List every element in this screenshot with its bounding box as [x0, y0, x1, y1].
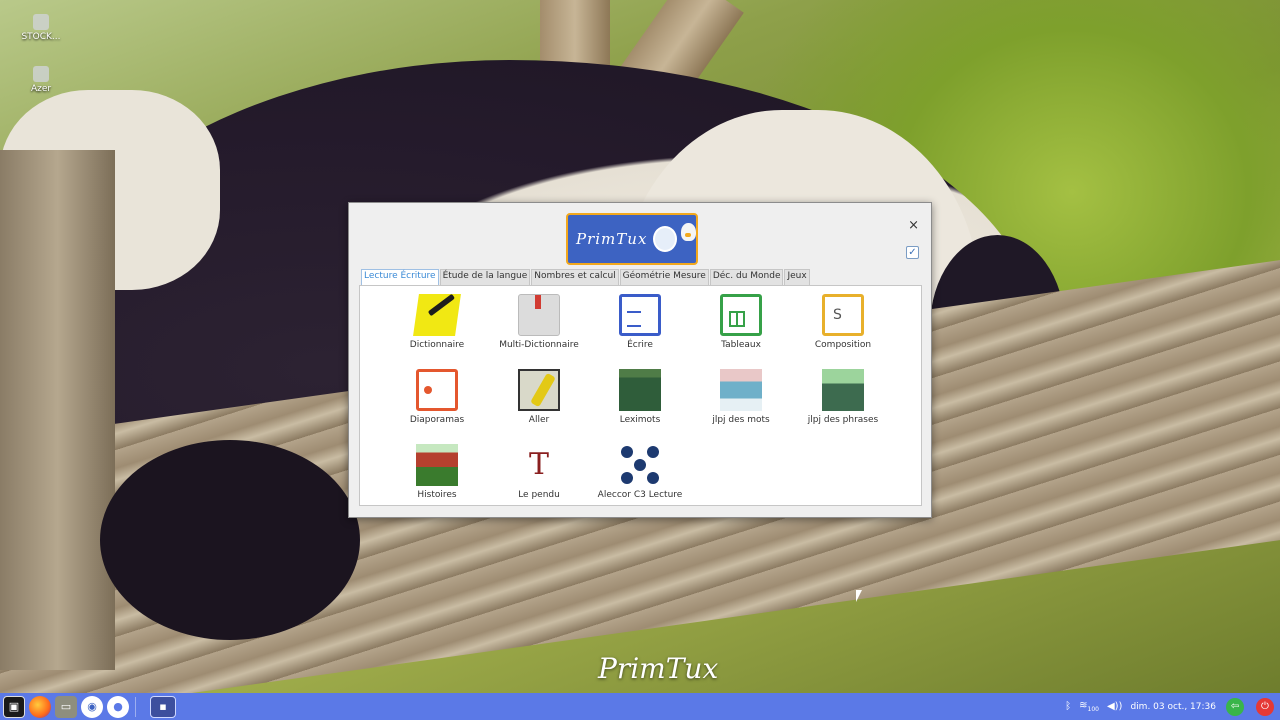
desktop-icon-label: STOCK...: [21, 32, 61, 42]
logout-icon[interactable]: ⇦: [1226, 697, 1244, 716]
spreadsheet-icon: [720, 294, 762, 336]
wallpaper-trunk: [0, 150, 115, 670]
app-label: Aleccor C3 Lecture: [597, 490, 683, 500]
start-menu-button[interactable]: ▣: [3, 695, 25, 718]
close-button[interactable]: ×: [908, 219, 919, 232]
wallpaper-panda-paw: [100, 440, 360, 640]
bluetooth-icon[interactable]: ᛒ: [1065, 701, 1071, 712]
firefox-icon[interactable]: [29, 695, 51, 718]
volume-icon[interactable]: ◀)): [1107, 701, 1123, 712]
taskbar-window-button[interactable]: ▪: [150, 695, 176, 718]
writer-document-icon: [619, 294, 661, 336]
app-label: Multi-Dictionnaire: [499, 340, 579, 350]
app-dictionnaire[interactable]: Dictionnaire: [386, 294, 488, 350]
hangman-icon: T: [528, 447, 549, 482]
app-tableaux[interactable]: Tableaux: [690, 294, 792, 350]
taskbar: ▣ ▭ ◉ ● ▪ ᛒ ≋100 ◀)) dim. 03 oct., 17:36…: [0, 693, 1280, 720]
tab-lecture-ecriture[interactable]: Lecture Écriture: [361, 269, 439, 285]
app-histoires[interactable]: Histoires: [386, 444, 488, 500]
tab-etude-langue[interactable]: Étude de la langue: [439, 269, 531, 285]
network-icon[interactable]: ≋100: [1079, 700, 1099, 713]
tab-dec-monde[interactable]: Déc. du Monde: [709, 269, 784, 285]
clock[interactable]: dim. 03 oct., 17:36: [1130, 702, 1216, 712]
app-aleccor[interactable]: Aleccor C3 Lecture: [589, 444, 691, 500]
category-tabs: Lecture Écriture Étude de la langue Nomb…: [361, 269, 811, 285]
drive-icon: [33, 14, 49, 30]
app-label: jlpj des mots: [712, 415, 770, 425]
apps-panel: Dictionnaire Multi-Dictionnaire Écrire T…: [359, 285, 922, 506]
drive-icon: [33, 66, 49, 82]
penguin-icon: [681, 223, 696, 241]
leximots-icon: [619, 369, 661, 411]
power-icon[interactable]: ⏻: [1256, 697, 1274, 716]
app-le-pendu[interactable]: T Le pendu: [488, 444, 590, 500]
app-aller[interactable]: Aller: [488, 369, 590, 425]
jlpj-words-icon: [720, 369, 762, 411]
dictionary-icon: [413, 294, 461, 336]
presentation-icon: [416, 369, 458, 411]
app-ecrire[interactable]: Écrire: [589, 294, 691, 350]
tab-nombres-calcul[interactable]: Nombres et calcul: [531, 269, 619, 285]
tab-jeux[interactable]: Jeux: [784, 269, 810, 285]
mouse-cursor: [856, 590, 862, 602]
multi-dictionary-icon: [518, 294, 560, 336]
aleccor-icon: [619, 444, 661, 486]
primtux-launcher-icon[interactable]: ◉: [81, 695, 103, 718]
taskbar-separator: [135, 696, 136, 717]
app-jlpj-phrases[interactable]: jlpj des phrases: [792, 369, 894, 425]
app-label: Aller: [528, 415, 550, 425]
app-composition[interactable]: Composition: [792, 294, 894, 350]
histoires-icon: [416, 444, 458, 486]
chat-bubble-icon[interactable]: ●: [107, 695, 129, 718]
primtux-launcher-window: × ✓ PrimTux Lecture Écriture Étude de la…: [348, 202, 932, 518]
app-label: Écrire: [627, 340, 653, 350]
app-multi-dictionnaire[interactable]: Multi-Dictionnaire: [488, 294, 590, 350]
desktop-icon-azer[interactable]: Azer: [14, 66, 68, 94]
app-label: Histoires: [417, 490, 457, 500]
jlpj-sentences-icon: [822, 369, 864, 411]
system-tray: ᛒ ≋100 ◀)) dim. 03 oct., 17:36 ⇦ ⏻: [1065, 693, 1280, 720]
app-label: Le pendu: [518, 490, 560, 500]
desktop-icon-label: Azer: [30, 84, 52, 94]
primtux-logo: PrimTux: [566, 213, 698, 265]
app-label: Leximots: [619, 415, 661, 425]
app-label: Composition: [814, 340, 872, 350]
app-label: Dictionnaire: [409, 340, 465, 350]
desktop-icon-stock[interactable]: STOCK...: [14, 14, 68, 42]
app-diaporamas[interactable]: Diaporamas: [386, 369, 488, 425]
app-label: jlpj des phrases: [807, 415, 879, 425]
tab-geometrie-mesure[interactable]: Géométrie Mesure: [619, 269, 709, 285]
app-leximots[interactable]: Leximots: [589, 369, 691, 425]
draw-icon: [822, 294, 864, 336]
desktop-brand-logo: PrimTux: [598, 652, 719, 685]
logo-emblem-icon: [653, 226, 678, 252]
app-label: Diaporamas: [409, 415, 465, 425]
app-label: Tableaux: [721, 340, 761, 350]
logo-text: PrimTux: [576, 230, 648, 248]
keep-open-checkbox[interactable]: ✓: [906, 246, 919, 259]
aller-icon: [518, 369, 560, 411]
file-manager-icon[interactable]: ▭: [55, 695, 77, 718]
app-jlpj-mots[interactable]: jlpj des mots: [690, 369, 792, 425]
